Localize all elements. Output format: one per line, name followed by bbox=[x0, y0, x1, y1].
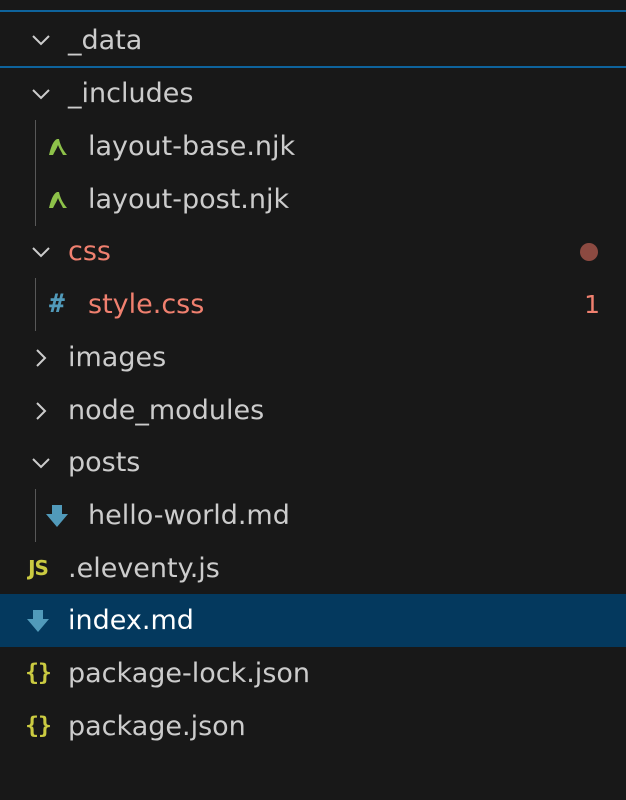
file-index-md[interactable]: index.md bbox=[0, 594, 626, 647]
folder-label: node_modules bbox=[68, 395, 265, 426]
folder-label: _includes bbox=[68, 78, 194, 109]
nunjucks-icon bbox=[45, 134, 71, 160]
folder-label: images bbox=[68, 342, 167, 373]
folder-css[interactable]: css bbox=[0, 225, 626, 278]
file-label: layout-post.njk bbox=[88, 184, 290, 215]
file-eleventy-js[interactable]: JS .eleventy.js bbox=[0, 542, 626, 595]
file-label: package-lock.json bbox=[68, 658, 311, 689]
file-explorer: _data _includes layout-base.njk layout-p… bbox=[0, 0, 626, 800]
folder-label: posts bbox=[68, 447, 141, 478]
folder-includes[interactable]: _includes bbox=[0, 67, 626, 120]
problems-count-badge: 1 bbox=[584, 290, 600, 319]
folder-label: css bbox=[68, 236, 111, 267]
chevron-down-icon bbox=[27, 449, 55, 477]
modified-dot-icon bbox=[580, 242, 598, 261]
folder-label: _data bbox=[68, 24, 143, 56]
chevron-down-icon bbox=[27, 238, 55, 266]
file-label: package.json bbox=[68, 711, 246, 742]
folder-posts[interactable]: posts bbox=[0, 436, 626, 489]
folder-images[interactable]: images bbox=[0, 331, 626, 384]
markdown-icon bbox=[25, 608, 51, 634]
css-hash-icon: # bbox=[49, 289, 65, 319]
chevron-right-icon bbox=[27, 397, 55, 425]
chevron-right-icon bbox=[27, 344, 55, 372]
file-label: index.md bbox=[68, 605, 194, 636]
file-label: layout-base.njk bbox=[88, 131, 296, 162]
file-layout-base[interactable]: layout-base.njk bbox=[0, 120, 626, 173]
chevron-down-icon bbox=[27, 80, 55, 108]
json-icon: {} bbox=[25, 713, 52, 739]
file-label: style.css bbox=[88, 289, 205, 320]
folder-node-modules[interactable]: node_modules bbox=[0, 384, 626, 437]
chevron-down-icon bbox=[27, 26, 55, 54]
explorer-scroll-clip bbox=[0, 0, 626, 12]
file-hello-world[interactable]: hello-world.md bbox=[0, 489, 626, 542]
javascript-icon: JS bbox=[28, 556, 49, 580]
file-style-css[interactable]: # style.css 1 bbox=[0, 278, 626, 331]
file-package-lock-json[interactable]: {} package-lock.json bbox=[0, 647, 626, 700]
folder-data[interactable]: _data bbox=[0, 14, 626, 68]
file-layout-post[interactable]: layout-post.njk bbox=[0, 173, 626, 226]
file-package-json[interactable]: {} package.json bbox=[0, 700, 626, 753]
json-icon: {} bbox=[25, 660, 52, 686]
nunjucks-icon bbox=[45, 187, 71, 213]
markdown-icon bbox=[44, 503, 70, 529]
file-label: hello-world.md bbox=[88, 500, 290, 531]
file-label: .eleventy.js bbox=[68, 553, 220, 584]
